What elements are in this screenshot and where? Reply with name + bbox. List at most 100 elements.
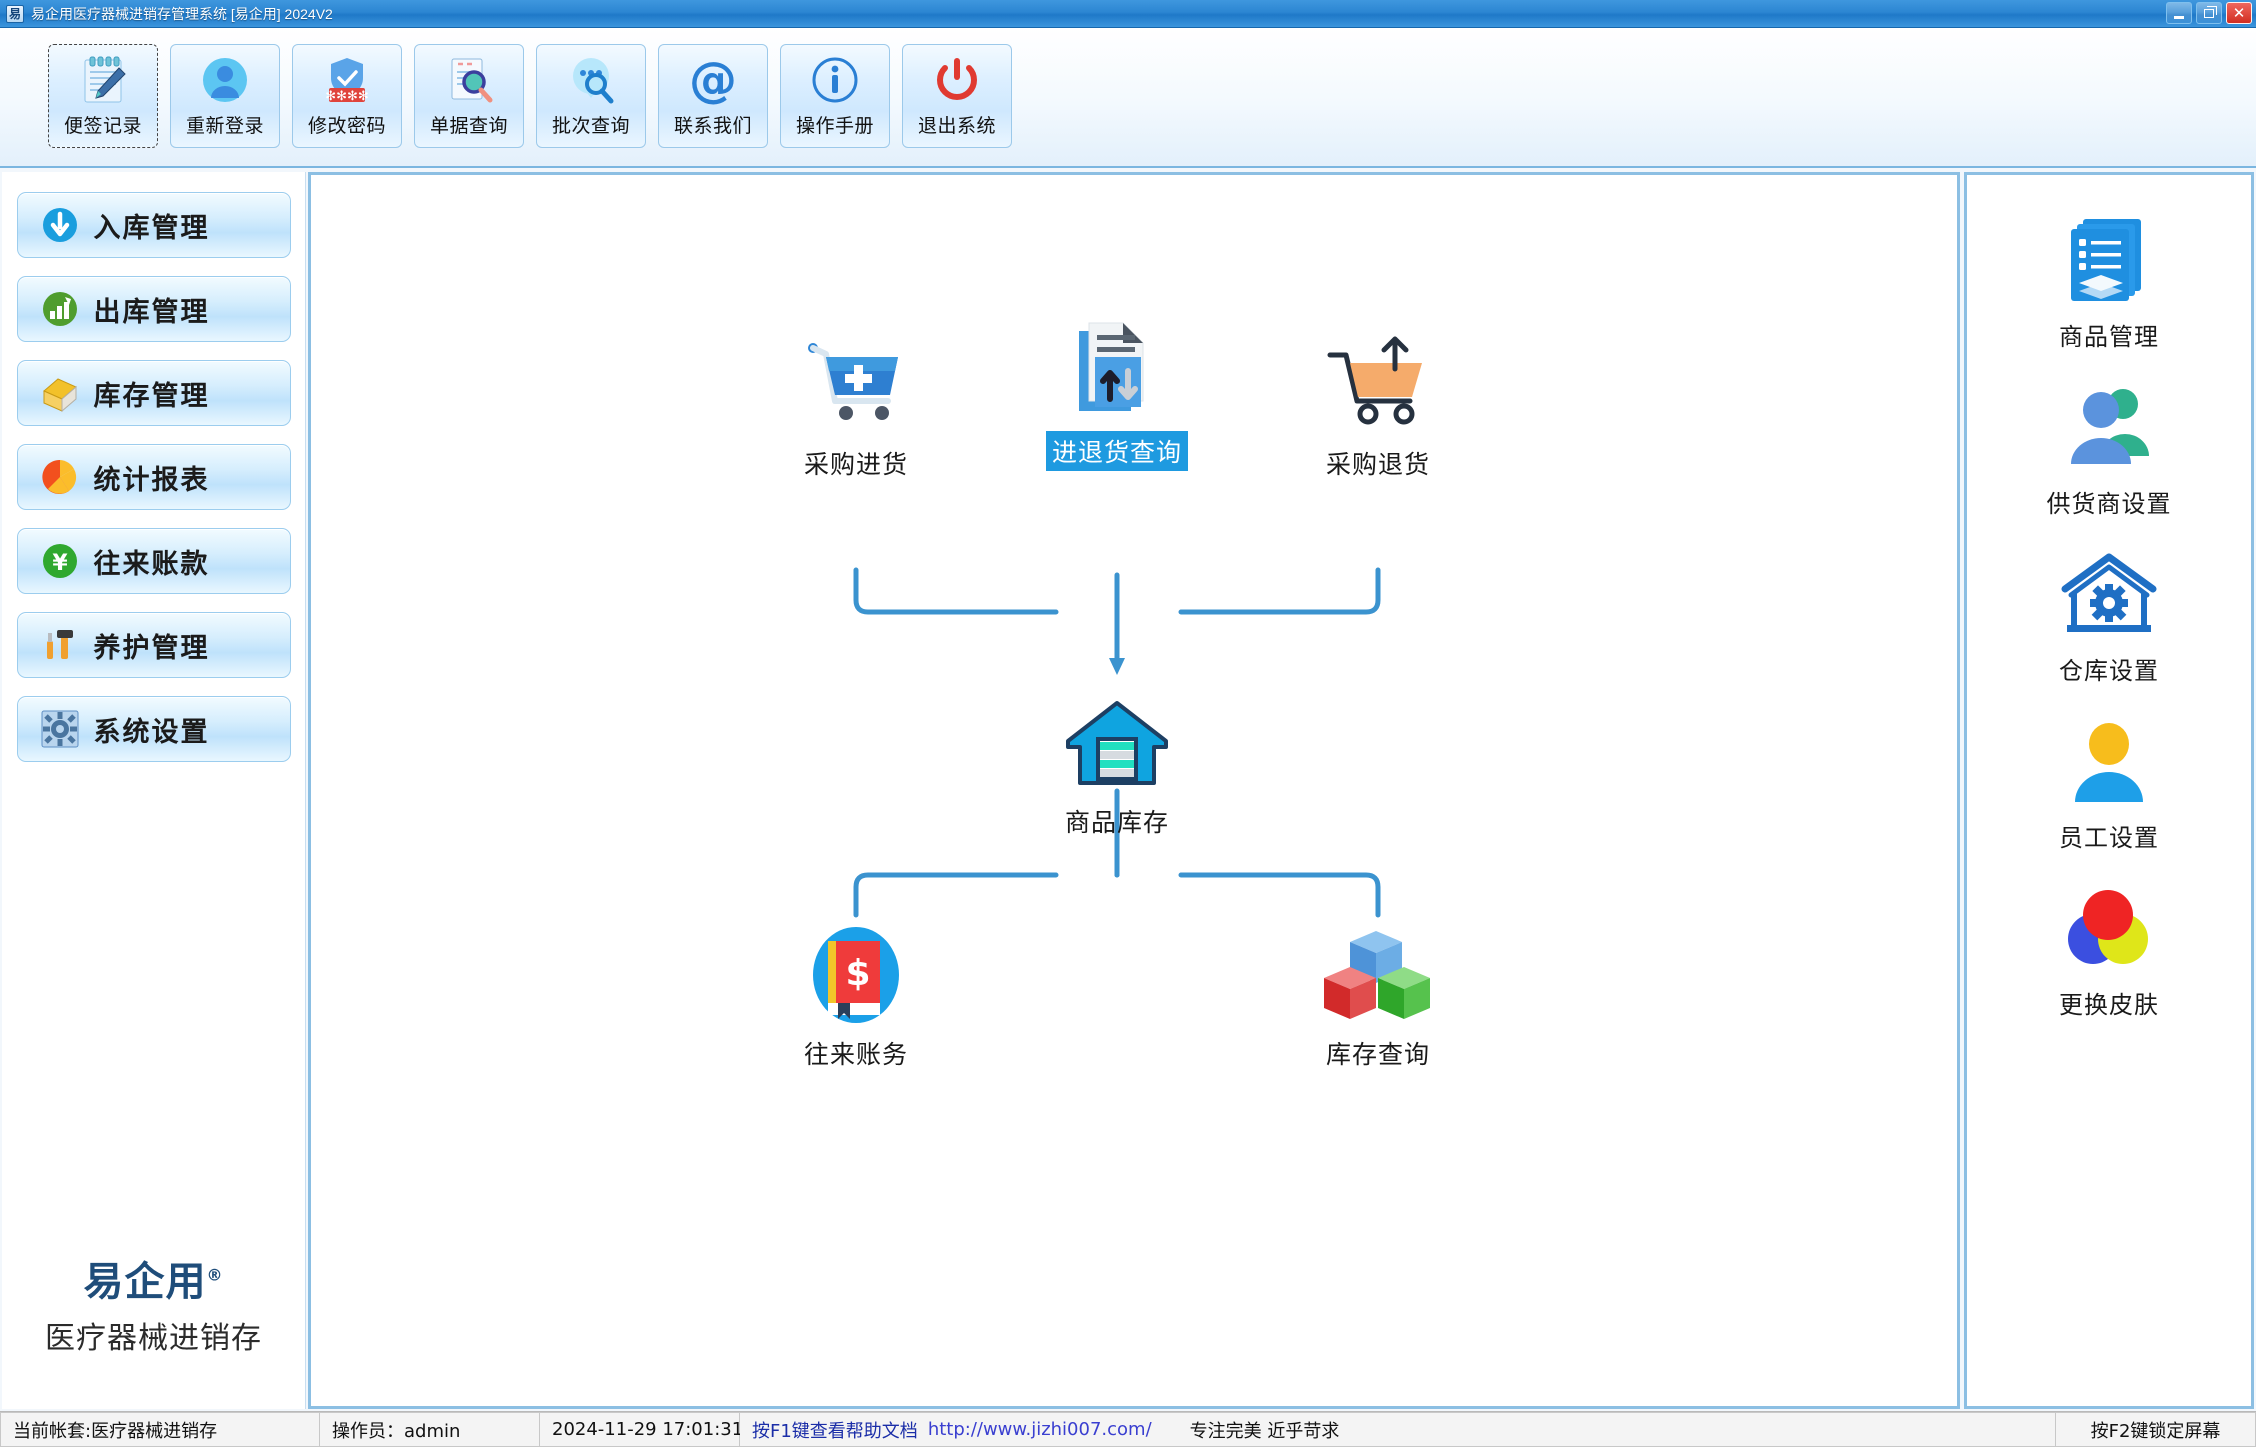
status-account: 当前帐套:医疗器械进销存: [0, 1412, 320, 1447]
warehouse-house-icon: [40, 373, 80, 413]
svg-text:@: @: [689, 54, 737, 106]
toolbar-label: 操作手册: [795, 115, 874, 137]
documents-stack-icon: [2061, 211, 2157, 311]
body-area: 入库管理 出库管理 库存管理 统计报表 ¥ 往来账款 养护管理 系统设置 易企用…: [0, 168, 2256, 1411]
toolbar-label: 修改密码: [307, 115, 386, 137]
flow-node-account-books[interactable]: $ 往来账务: [761, 917, 951, 1073]
right-panel-item-goods-management[interactable]: 商品管理: [2009, 211, 2209, 352]
sidebar-item-label: 出库管理: [93, 296, 210, 328]
info-icon: [807, 52, 863, 108]
toolbar-label: 批次查询: [551, 115, 630, 137]
flow-node-inout-query[interactable]: 进退货查询: [1022, 315, 1212, 471]
right-panel-item-change-skin[interactable]: 更换皮肤: [2009, 879, 2209, 1020]
bar-chart-circle-icon: [40, 289, 80, 329]
warehouse-icon: [1062, 685, 1172, 793]
sidebar-item-label: 入库管理: [93, 212, 210, 244]
minimize-button[interactable]: [2166, 2, 2192, 24]
status-slogan: 专注完美 近乎苛求: [1189, 1420, 1340, 1442]
sidebar-item-label: 系统设置: [93, 716, 210, 748]
toolbar-label: 联系我们: [673, 115, 752, 137]
brand-logo: 易企用® 医疗器械进销存: [2, 1249, 305, 1357]
cubes-icon: [1324, 917, 1432, 1025]
toolbar-item-manual[interactable]: 操作手册: [780, 44, 890, 148]
flow-node-purchase-return[interactable]: 采购退货: [1283, 327, 1473, 483]
title-bar: 易 易企用医疗器械进销存管理系统 [易企用] 2024V2 ✕: [0, 0, 2256, 28]
toolbar-item-change-password[interactable]: ✻✻✻✻ 修改密码: [292, 44, 402, 148]
close-button[interactable]: ✕: [2226, 2, 2252, 24]
flow-arrow-down: [1109, 658, 1125, 675]
restore-icon: [2204, 5, 2217, 18]
chat-search-icon: [563, 52, 619, 108]
cart-plus-icon: [802, 327, 910, 435]
gear-icon: [40, 709, 80, 749]
right-panel-item-label: 更换皮肤: [2059, 991, 2159, 1019]
main-toolbar: 便签记录 重新登录 ✻✻✻✻ 修改密码 单据查询 批次查询 @ 联系我们 操作手…: [0, 28, 2256, 168]
toolbar-label: 重新登录: [185, 115, 264, 137]
two-users-icon: [2061, 378, 2157, 478]
svg-text:¥: ¥: [52, 551, 68, 576]
brand-name: 易企用®: [84, 1249, 224, 1307]
yuan-circle-icon: ¥: [40, 541, 80, 581]
user-avatar-icon: [197, 52, 253, 108]
sidebar-item-accounts[interactable]: ¥ 往来账款: [16, 528, 291, 594]
brand-name-text: 易企用: [83, 1259, 207, 1305]
sidebar-item-maintenance[interactable]: 养护管理: [16, 612, 291, 678]
status-help-cell: 按F1键查看帮助文档 http://www.jizhi007.com/ 专注完美…: [740, 1412, 2056, 1447]
left-sidebar: 入库管理 出库管理 库存管理 统计报表 ¥ 往来账款 养护管理 系统设置 易企用…: [2, 172, 306, 1409]
notepad-pen-icon: [75, 52, 131, 108]
right-panel-item-supplier-settings[interactable]: 供货商设置: [2009, 378, 2209, 519]
toolbar-item-document-query[interactable]: 单据查询: [414, 44, 524, 148]
status-help-text: 按F1键查看帮助文档: [752, 1420, 918, 1442]
toolbar-item-batch-query[interactable]: 批次查询: [536, 44, 646, 148]
sidebar-item-outbound[interactable]: 出库管理: [16, 276, 291, 342]
single-user-icon: [2061, 712, 2157, 812]
brand-subtitle: 医疗器械进销存: [45, 1321, 262, 1356]
toolbar-item-relogin[interactable]: 重新登录: [170, 44, 280, 148]
flow-node-label: 采购进货: [803, 450, 908, 479]
tools-icon: [40, 625, 80, 665]
application-window: 易 易企用医疗器械进销存管理系统 [易企用] 2024V2 ✕ 便签记录 重新登…: [0, 0, 2256, 1447]
power-icon: [929, 52, 985, 108]
pie-chart-icon: [40, 457, 80, 497]
at-sign-icon: @: [685, 52, 741, 108]
toolbar-item-note-record[interactable]: 便签记录: [48, 44, 158, 148]
document-updown-arrows-icon: [1067, 315, 1167, 423]
toolbar-label: 退出系统: [917, 115, 996, 137]
sidebar-item-reports[interactable]: 统计报表: [16, 444, 291, 510]
right-panel-item-label: 供货商设置: [2046, 490, 2172, 518]
toolbar-item-contact-us[interactable]: @ 联系我们: [658, 44, 768, 148]
svg-text:$: $: [845, 953, 870, 994]
flow-diagram: 采购进货 进退货查询 采购退货 商品库存 $ 往来账务 库存查询: [311, 175, 1957, 1406]
flow-node-label: 商品库存: [1064, 808, 1169, 837]
sidebar-item-inbound[interactable]: 入库管理: [16, 192, 291, 258]
toolbar-label: 便签记录: [63, 115, 142, 137]
right-panel-item-label: 商品管理: [2059, 323, 2159, 351]
sidebar-item-settings[interactable]: 系统设置: [16, 696, 291, 762]
center-flow-panel: 采购进货 进退货查询 采购退货 商品库存 $ 往来账务 库存查询: [308, 172, 1960, 1409]
account-book-icon: $: [806, 917, 906, 1025]
right-panel-item-staff-settings[interactable]: 员工设置: [2009, 712, 2209, 853]
minimize-icon: [2174, 15, 2184, 19]
cart-up-arrow-icon: [1324, 327, 1432, 435]
flow-node-purchase-in[interactable]: 采购进货: [761, 327, 951, 483]
right-panel-item-label: 仓库设置: [2059, 657, 2159, 685]
toolbar-label: 单据查询: [429, 115, 508, 137]
sidebar-item-stock[interactable]: 库存管理: [16, 360, 291, 426]
color-circles-icon: [2061, 879, 2157, 979]
status-datetime: 2024-11-29 17:01:31: [540, 1412, 743, 1447]
warehouse-gear-icon: [2061, 545, 2157, 645]
document-search-icon: [441, 52, 497, 108]
right-panel-item-warehouse-settings[interactable]: 仓库设置: [2009, 545, 2209, 686]
status-help-url[interactable]: http://www.jizhi007.com/: [928, 1419, 1152, 1440]
flow-node-stock-query[interactable]: 库存查询: [1283, 917, 1473, 1073]
right-panel-item-label: 员工设置: [2059, 824, 2159, 852]
status-operator: 操作员：admin: [320, 1412, 540, 1447]
status-bar: 当前帐套:医疗器械进销存 操作员：admin 2024-11-29 17:01:…: [0, 1411, 2256, 1447]
status-lock-hint[interactable]: 按F2键锁定屏幕: [2056, 1412, 2256, 1447]
toolbar-item-exit[interactable]: 退出系统: [902, 44, 1012, 148]
svg-text:✻✻✻✻: ✻✻✻✻: [325, 89, 369, 104]
sidebar-item-label: 往来账款: [93, 548, 210, 580]
sidebar-item-label: 库存管理: [93, 380, 210, 412]
restore-button[interactable]: [2196, 2, 2222, 24]
flow-node-goods-stock[interactable]: 商品库存: [1022, 685, 1212, 841]
